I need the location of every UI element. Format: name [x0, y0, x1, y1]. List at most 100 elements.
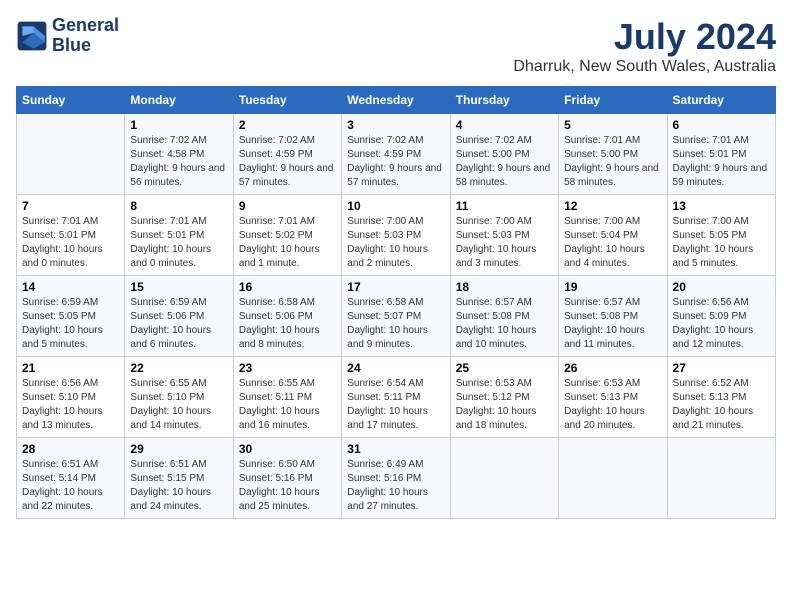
day-number: 12 — [564, 199, 661, 213]
calendar-cell: 11 Sunrise: 7:00 AM Sunset: 5:03 PM Dayli… — [450, 195, 558, 276]
calendar-cell: 25Sunrise: 6:53 AM Sunset: 5:12 PM Dayli… — [450, 357, 558, 438]
day-number: 30 — [239, 442, 336, 456]
day-number: 16 — [239, 280, 336, 294]
calendar-cell: 31Sunrise: 6:49 AM Sunset: 5:16 PM Dayli… — [342, 438, 450, 519]
day-info: Sunrise: 6:56 AM Sunset: 5:09 PM Dayligh… — [673, 296, 770, 352]
day-number: 9 — [239, 199, 336, 213]
logo-line2: Blue — [52, 36, 119, 56]
day-info: Sunrise: 6:59 AM Sunset: 5:05 PM Dayligh… — [22, 296, 119, 352]
day-number: 24 — [347, 361, 444, 375]
day-info: Sunrise: 7:01 AM Sunset: 5:01 PM Dayligh… — [130, 215, 227, 271]
calendar-week-row: 7 Sunrise: 7:01 AM Sunset: 5:01 PM Daylig… — [17, 195, 776, 276]
logo: General Blue — [16, 16, 119, 56]
day-info: Sunrise: 6:57 AM Sunset: 5:08 PM Dayligh… — [564, 296, 661, 352]
day-info: Sunrise: 7:01 AM Sunset: 5:01 PM Dayligh… — [673, 134, 770, 190]
logo-icon — [16, 20, 48, 52]
day-number: 1 — [130, 118, 227, 132]
day-number: 20 — [673, 280, 770, 294]
day-number: 27 — [673, 361, 770, 375]
weekday-header-row: SundayMondayTuesdayWednesdayThursdayFrid… — [17, 87, 776, 114]
calendar-cell: 18Sunrise: 6:57 AM Sunset: 5:08 PM Dayli… — [450, 276, 558, 357]
day-number: 21 — [22, 361, 119, 375]
day-number: 14 — [22, 280, 119, 294]
day-number: 15 — [130, 280, 227, 294]
day-number: 5 — [564, 118, 661, 132]
weekday-header: Sunday — [17, 87, 125, 114]
calendar-cell: 20 Sunrise: 6:56 AM Sunset: 5:09 PM Dayli… — [667, 276, 775, 357]
calendar-cell: 30 Sunrise: 6:50 AM Sunset: 5:16 PM Dayli… — [233, 438, 341, 519]
day-number: 10 — [347, 199, 444, 213]
calendar-cell — [17, 114, 125, 195]
day-number: 17 — [347, 280, 444, 294]
day-info: Sunrise: 6:58 AM Sunset: 5:06 PM Dayligh… — [239, 296, 336, 352]
calendar-week-row: 21Sunrise: 6:56 AM Sunset: 5:10 PM Dayli… — [17, 357, 776, 438]
day-number: 23 — [239, 361, 336, 375]
calendar-cell: 2 Sunrise: 7:02 AM Sunset: 4:59 PM Daylig… — [233, 114, 341, 195]
calendar-cell: 16 Sunrise: 6:58 AM Sunset: 5:06 PM Dayli… — [233, 276, 341, 357]
calendar-cell: 9 Sunrise: 7:01 AM Sunset: 5:02 PM Daylig… — [233, 195, 341, 276]
day-info: Sunrise: 6:50 AM Sunset: 5:16 PM Dayligh… — [239, 458, 336, 514]
calendar-cell: 27 Sunrise: 6:52 AM Sunset: 5:13 PM Dayli… — [667, 357, 775, 438]
day-info: Sunrise: 7:01 AM Sunset: 5:02 PM Dayligh… — [239, 215, 336, 271]
weekday-header: Tuesday — [233, 87, 341, 114]
header: General Blue July 2024 Dharruk, New Sout… — [16, 16, 776, 76]
day-info: Sunrise: 6:55 AM Sunset: 5:11 PM Dayligh… — [239, 377, 336, 433]
weekday-header: Wednesday — [342, 87, 450, 114]
calendar-cell: 6 Sunrise: 7:01 AM Sunset: 5:01 PM Daylig… — [667, 114, 775, 195]
day-info: Sunrise: 7:02 AM Sunset: 4:58 PM Dayligh… — [130, 134, 227, 190]
day-info: Sunrise: 7:02 AM Sunset: 4:59 PM Dayligh… — [239, 134, 336, 190]
calendar-cell: 17 Sunrise: 6:58 AM Sunset: 5:07 PM Dayli… — [342, 276, 450, 357]
calendar-cell — [559, 438, 667, 519]
calendar-cell: 4Sunrise: 7:02 AM Sunset: 5:00 PM Daylig… — [450, 114, 558, 195]
weekday-header: Monday — [125, 87, 233, 114]
day-number: 4 — [456, 118, 553, 132]
calendar-cell: 14 Sunrise: 6:59 AM Sunset: 5:05 PM Dayli… — [17, 276, 125, 357]
day-info: Sunrise: 6:53 AM Sunset: 5:12 PM Dayligh… — [456, 377, 553, 433]
day-info: Sunrise: 7:00 AM Sunset: 5:05 PM Dayligh… — [673, 215, 770, 271]
day-info: Sunrise: 6:58 AM Sunset: 5:07 PM Dayligh… — [347, 296, 444, 352]
calendar-cell: 21Sunrise: 6:56 AM Sunset: 5:10 PM Dayli… — [17, 357, 125, 438]
calendar-week-row: 1 Sunrise: 7:02 AM Sunset: 4:58 PM Daylig… — [17, 114, 776, 195]
day-number: 2 — [239, 118, 336, 132]
day-number: 28 — [22, 442, 119, 456]
day-number: 18 — [456, 280, 553, 294]
day-info: Sunrise: 7:02 AM Sunset: 4:59 PM Dayligh… — [347, 134, 444, 190]
day-info: Sunrise: 6:52 AM Sunset: 5:13 PM Dayligh… — [673, 377, 770, 433]
calendar-cell: 8Sunrise: 7:01 AM Sunset: 5:01 PM Daylig… — [125, 195, 233, 276]
weekday-header: Saturday — [667, 87, 775, 114]
day-info: Sunrise: 7:01 AM Sunset: 5:01 PM Dayligh… — [22, 215, 119, 271]
day-info: Sunrise: 6:54 AM Sunset: 5:11 PM Dayligh… — [347, 377, 444, 433]
calendar-cell: 12 Sunrise: 7:00 AM Sunset: 5:04 PM Dayli… — [559, 195, 667, 276]
day-info: Sunrise: 6:49 AM Sunset: 5:16 PM Dayligh… — [347, 458, 444, 514]
day-info: Sunrise: 6:53 AM Sunset: 5:13 PM Dayligh… — [564, 377, 661, 433]
calendar-cell: 26Sunrise: 6:53 AM Sunset: 5:13 PM Dayli… — [559, 357, 667, 438]
day-info: Sunrise: 6:55 AM Sunset: 5:10 PM Dayligh… — [130, 377, 227, 433]
weekday-header: Friday — [559, 87, 667, 114]
calendar-cell: 15Sunrise: 6:59 AM Sunset: 5:06 PM Dayli… — [125, 276, 233, 357]
calendar-cell: 7 Sunrise: 7:01 AM Sunset: 5:01 PM Daylig… — [17, 195, 125, 276]
calendar-week-row: 28Sunrise: 6:51 AM Sunset: 5:14 PM Dayli… — [17, 438, 776, 519]
calendar-cell: 24 Sunrise: 6:54 AM Sunset: 5:11 PM Dayli… — [342, 357, 450, 438]
logo-text: General Blue — [52, 16, 119, 56]
calendar-cell: 10Sunrise: 7:00 AM Sunset: 5:03 PM Dayli… — [342, 195, 450, 276]
calendar-cell: 1 Sunrise: 7:02 AM Sunset: 4:58 PM Daylig… — [125, 114, 233, 195]
weekday-header: Thursday — [450, 87, 558, 114]
month-title: July 2024 — [513, 16, 776, 58]
day-info: Sunrise: 7:00 AM Sunset: 5:04 PM Dayligh… — [564, 215, 661, 271]
calendar-cell: 29Sunrise: 6:51 AM Sunset: 5:15 PM Dayli… — [125, 438, 233, 519]
calendar-cell: 3Sunrise: 7:02 AM Sunset: 4:59 PM Daylig… — [342, 114, 450, 195]
calendar-table: SundayMondayTuesdayWednesdayThursdayFrid… — [16, 86, 776, 519]
day-number: 22 — [130, 361, 227, 375]
day-number: 13 — [673, 199, 770, 213]
calendar-cell: 19 Sunrise: 6:57 AM Sunset: 5:08 PM Dayli… — [559, 276, 667, 357]
day-info: Sunrise: 7:01 AM Sunset: 5:00 PM Dayligh… — [564, 134, 661, 190]
calendar-cell: 22 Sunrise: 6:55 AM Sunset: 5:10 PM Dayli… — [125, 357, 233, 438]
day-number: 11 — [456, 199, 553, 213]
day-info: Sunrise: 7:00 AM Sunset: 5:03 PM Dayligh… — [456, 215, 553, 271]
day-number: 7 — [22, 199, 119, 213]
day-number: 6 — [673, 118, 770, 132]
day-info: Sunrise: 6:51 AM Sunset: 5:15 PM Dayligh… — [130, 458, 227, 514]
day-number: 19 — [564, 280, 661, 294]
calendar-cell: 23 Sunrise: 6:55 AM Sunset: 5:11 PM Dayli… — [233, 357, 341, 438]
calendar-cell: 13 Sunrise: 7:00 AM Sunset: 5:05 PM Dayli… — [667, 195, 775, 276]
